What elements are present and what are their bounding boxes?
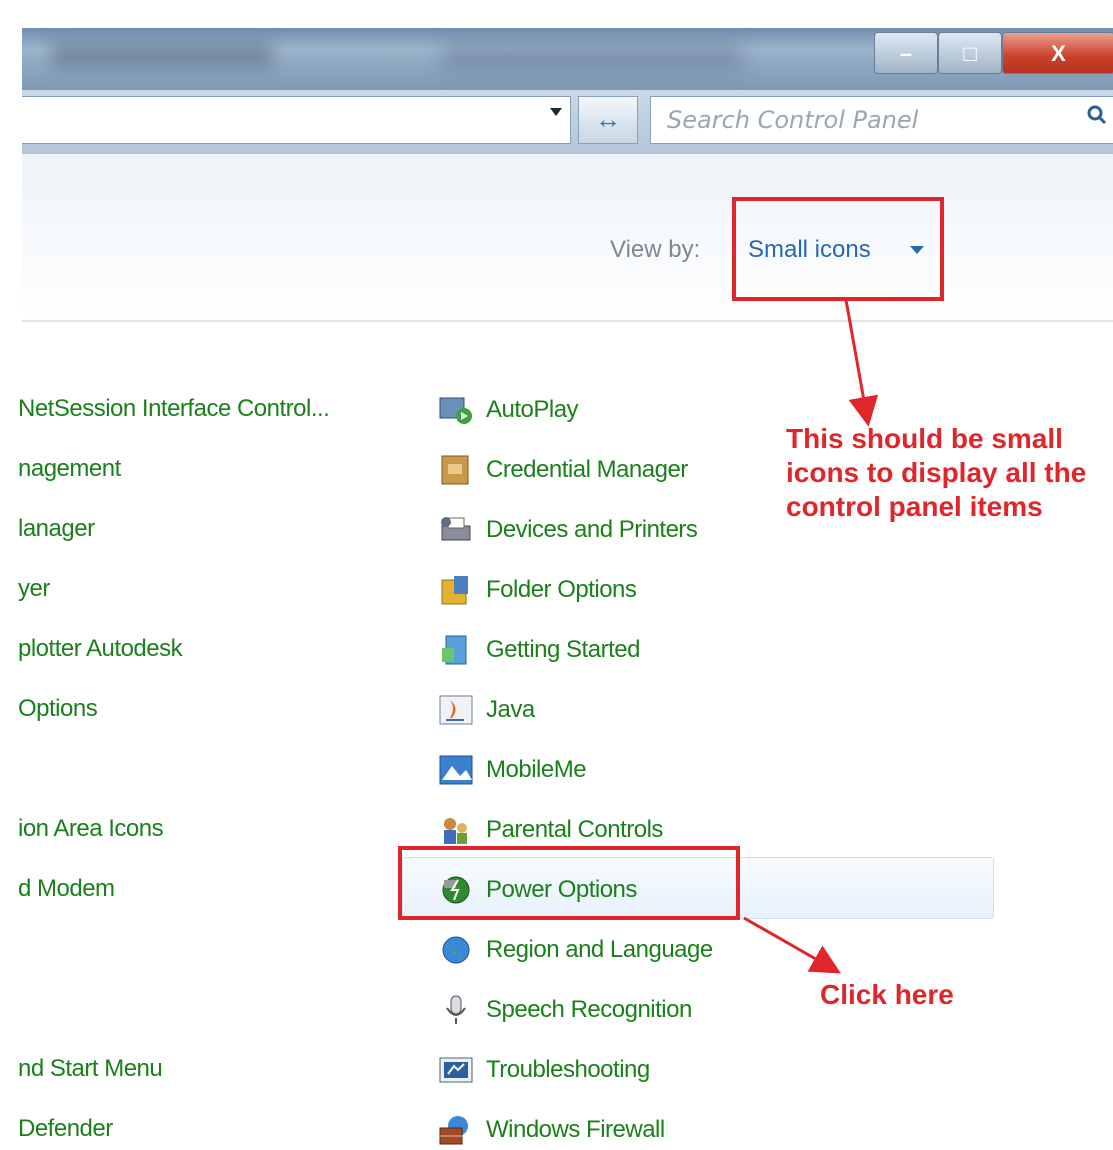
- annotation-arrows: [743, 299, 879, 974]
- annotation-note-small-icons: This should be small icons to display al…: [786, 423, 1087, 522]
- arrow-to-note: [844, 299, 879, 427]
- annotation-note-click-here: Click here: [820, 979, 954, 1010]
- arrow-to-click-note: [743, 916, 842, 974]
